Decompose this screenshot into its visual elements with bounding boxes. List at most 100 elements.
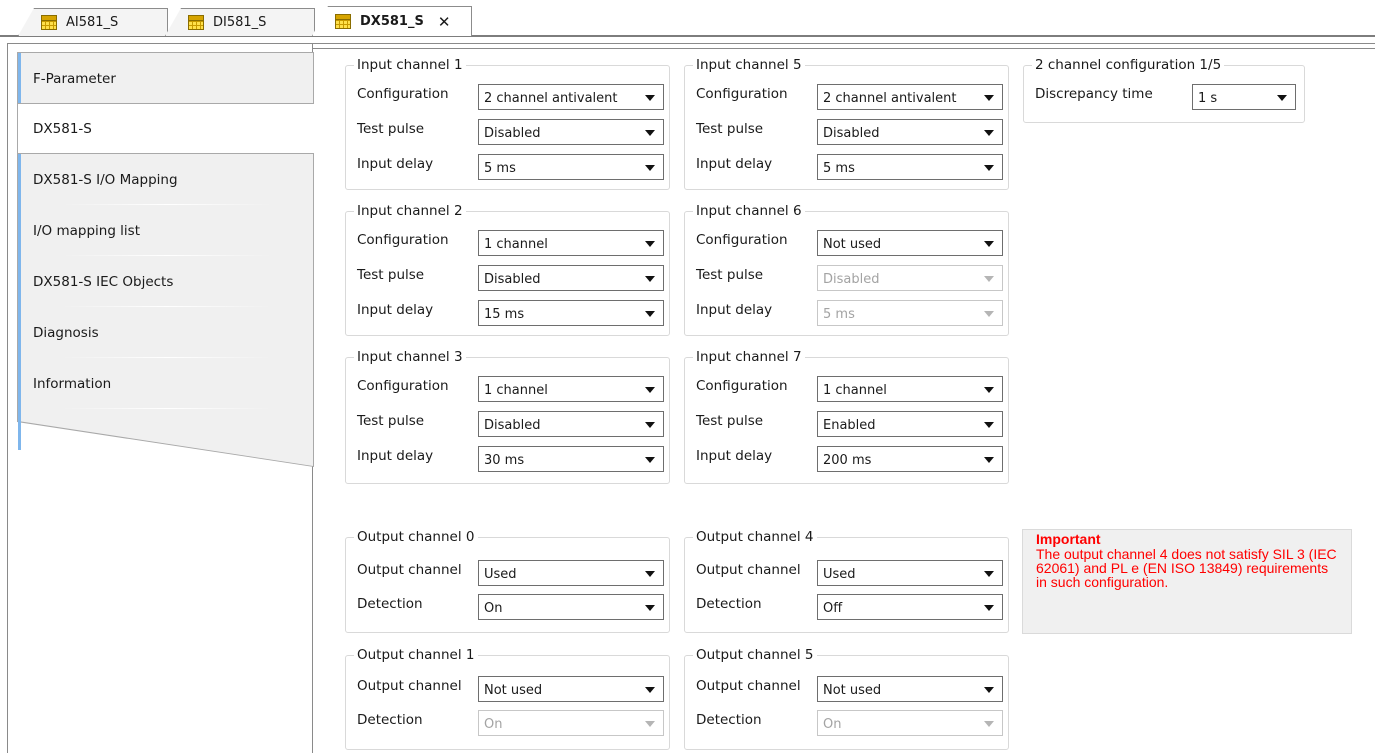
discrepancy-time-select[interactable]: 1 s	[1192, 84, 1296, 110]
group-title: Input channel 1	[354, 58, 466, 73]
detection-label: Detection	[357, 712, 423, 728]
output-channel-select[interactable]: Used	[817, 560, 1003, 586]
test-pulse-row: Test pulse Disabled	[357, 411, 667, 437]
test-pulse-select[interactable]: Disabled	[478, 411, 664, 437]
test-pulse-row: Test pulse Disabled	[696, 265, 1006, 291]
input-delay-label: Input delay	[357, 156, 434, 172]
detection-label: Detection	[357, 596, 423, 612]
sidebar-item-label: DX581-S IEC Objects	[33, 273, 174, 290]
input-delay-select[interactable]: 5 ms	[817, 154, 1003, 180]
discrepancy-time-row: Discrepancy time 1 s	[1035, 84, 1305, 110]
detection-select[interactable]: On	[478, 594, 664, 620]
sidebar-item-diagnosis[interactable]: Diagnosis	[21, 307, 313, 358]
configuration-label: Configuration	[357, 86, 449, 102]
test-pulse-select[interactable]: Disabled	[478, 119, 664, 145]
warning-title: Important	[1036, 531, 1101, 547]
test-pulse-label: Test pulse	[357, 121, 425, 137]
test-pulse-select[interactable]: Enabled	[817, 411, 1003, 437]
sidebar: F-Parameter DX581-S DX581-S I/O Mapping …	[0, 43, 314, 753]
detection-label: Detection	[696, 596, 762, 612]
editor-tab-bar: AI581_S DI581_S DX581_S ✕	[0, 0, 1375, 37]
configuration-select[interactable]: 1 channel	[817, 376, 1003, 402]
sidebar-item-io-mapping[interactable]: DX581-S I/O Mapping	[21, 154, 313, 205]
sidebar-item-information[interactable]: Information	[21, 358, 313, 409]
input-channel-1-group: Input channel 1 Configuration 2 channel …	[345, 58, 670, 190]
configuration-label: Configuration	[696, 86, 788, 102]
configuration-select[interactable]: Not used	[817, 230, 1003, 256]
input-delay-label: Input delay	[696, 156, 773, 172]
divider	[7, 43, 313, 44]
divider	[313, 48, 1375, 49]
test-pulse-select[interactable]: Disabled	[478, 265, 664, 291]
output-channel-label: Output channel	[696, 678, 801, 694]
input-delay-row: Input delay 15 ms	[357, 300, 667, 326]
configuration-row: Configuration 1 channel	[357, 230, 667, 256]
device-table-icon	[41, 15, 57, 30]
configuration-select[interactable]: 1 channel	[478, 230, 664, 256]
sidebar-item-f-parameter[interactable]: F-Parameter	[21, 53, 313, 104]
configuration-select[interactable]: 1 channel	[478, 376, 664, 402]
tab-dx581-s[interactable]: DX581_S ✕	[312, 6, 472, 36]
detection-row: Detection On	[357, 594, 667, 620]
tab-ai581-s[interactable]: AI581_S	[18, 8, 168, 36]
group-title: Input channel 3	[354, 350, 466, 365]
detection-select[interactable]: Off	[817, 594, 1003, 620]
input-channel-5-group: Input channel 5 Configuration 2 channel …	[684, 58, 1009, 190]
sidebar-item-iec-objects[interactable]: DX581-S IEC Objects	[21, 256, 313, 307]
configuration-select[interactable]: 2 channel antivalent	[817, 84, 1003, 110]
input-delay-select[interactable]: 200 ms	[817, 446, 1003, 472]
input-delay-row: Input delay 5 ms	[696, 300, 1006, 326]
output-channel-5-group: Output channel 5 Output channel Not used…	[684, 648, 1009, 750]
output-channel-row: Output channel Not used	[357, 676, 667, 702]
device-table-icon	[188, 15, 204, 30]
input-delay-select[interactable]: 15 ms	[478, 300, 664, 326]
test-pulse-label: Test pulse	[696, 121, 764, 137]
test-pulse-row: Test pulse Enabled	[696, 411, 1006, 437]
output-channel-row: Output channel Not used	[696, 676, 1006, 702]
tab-label: AI581_S	[66, 15, 119, 30]
output-channel-select[interactable]: Used	[478, 560, 664, 586]
sidebar-item-dx581-s[interactable]: DX581-S	[18, 103, 314, 154]
detection-row: Detection On	[357, 710, 667, 736]
group-title: Input channel 5	[693, 58, 805, 73]
close-icon[interactable]: ✕	[438, 13, 451, 31]
test-pulse-row: Test pulse Disabled	[696, 119, 1006, 145]
two-channel-config-group: 2 channel configuration 1/5 Discrepancy …	[1023, 58, 1305, 123]
detection-row: Detection On	[696, 710, 1006, 736]
output-channel-4-group: Output channel 4 Output channel Used Det…	[684, 530, 1009, 633]
divider	[7, 43, 8, 753]
group-title: Input channel 7	[693, 350, 805, 365]
detection-label: Detection	[696, 712, 762, 728]
output-channel-row: Output channel Used	[357, 560, 667, 586]
warning-message: The output channel 4 does not satisfy SI…	[1036, 546, 1337, 590]
sidebar-item-label: I/O mapping list	[33, 222, 141, 239]
output-channel-label: Output channel	[696, 562, 801, 578]
output-channel-select[interactable]: Not used	[478, 676, 664, 702]
sidebar-item-label: Diagnosis	[33, 324, 99, 341]
sidebar-item-io-mapping-list[interactable]: I/O mapping list	[21, 205, 313, 256]
configuration-row: Configuration 1 channel	[357, 376, 667, 402]
configuration-row: Configuration 2 channel antivalent	[696, 84, 1006, 110]
input-channel-3-group: Input channel 3 Configuration 1 channel …	[345, 350, 670, 484]
input-delay-select: 5 ms	[817, 300, 1003, 326]
test-pulse-row: Test pulse Disabled	[357, 119, 667, 145]
configuration-select[interactable]: 2 channel antivalent	[478, 84, 664, 110]
configuration-row: Configuration 2 channel antivalent	[357, 84, 667, 110]
test-pulse-label: Test pulse	[696, 267, 764, 283]
test-pulse-select[interactable]: Disabled	[817, 119, 1003, 145]
output-channel-row: Output channel Used	[696, 560, 1006, 586]
output-channel-select[interactable]: Not used	[817, 676, 1003, 702]
divider	[313, 43, 1375, 44]
group-title: 2 channel configuration 1/5	[1032, 58, 1225, 73]
input-delay-row: Input delay 5 ms	[696, 154, 1006, 180]
sidebar-item-label: Information	[33, 375, 112, 392]
input-delay-select[interactable]: 30 ms	[478, 446, 664, 472]
tab-di581-s[interactable]: DI581_S	[165, 8, 315, 36]
group-title: Input channel 6	[693, 204, 805, 219]
group-title: Output channel 1	[354, 648, 478, 663]
input-delay-select[interactable]: 5 ms	[478, 154, 664, 180]
group-title: Input channel 2	[354, 204, 466, 219]
detection-row: Detection Off	[696, 594, 1006, 620]
output-channel-label: Output channel	[357, 562, 462, 578]
detection-select: On	[817, 710, 1003, 736]
